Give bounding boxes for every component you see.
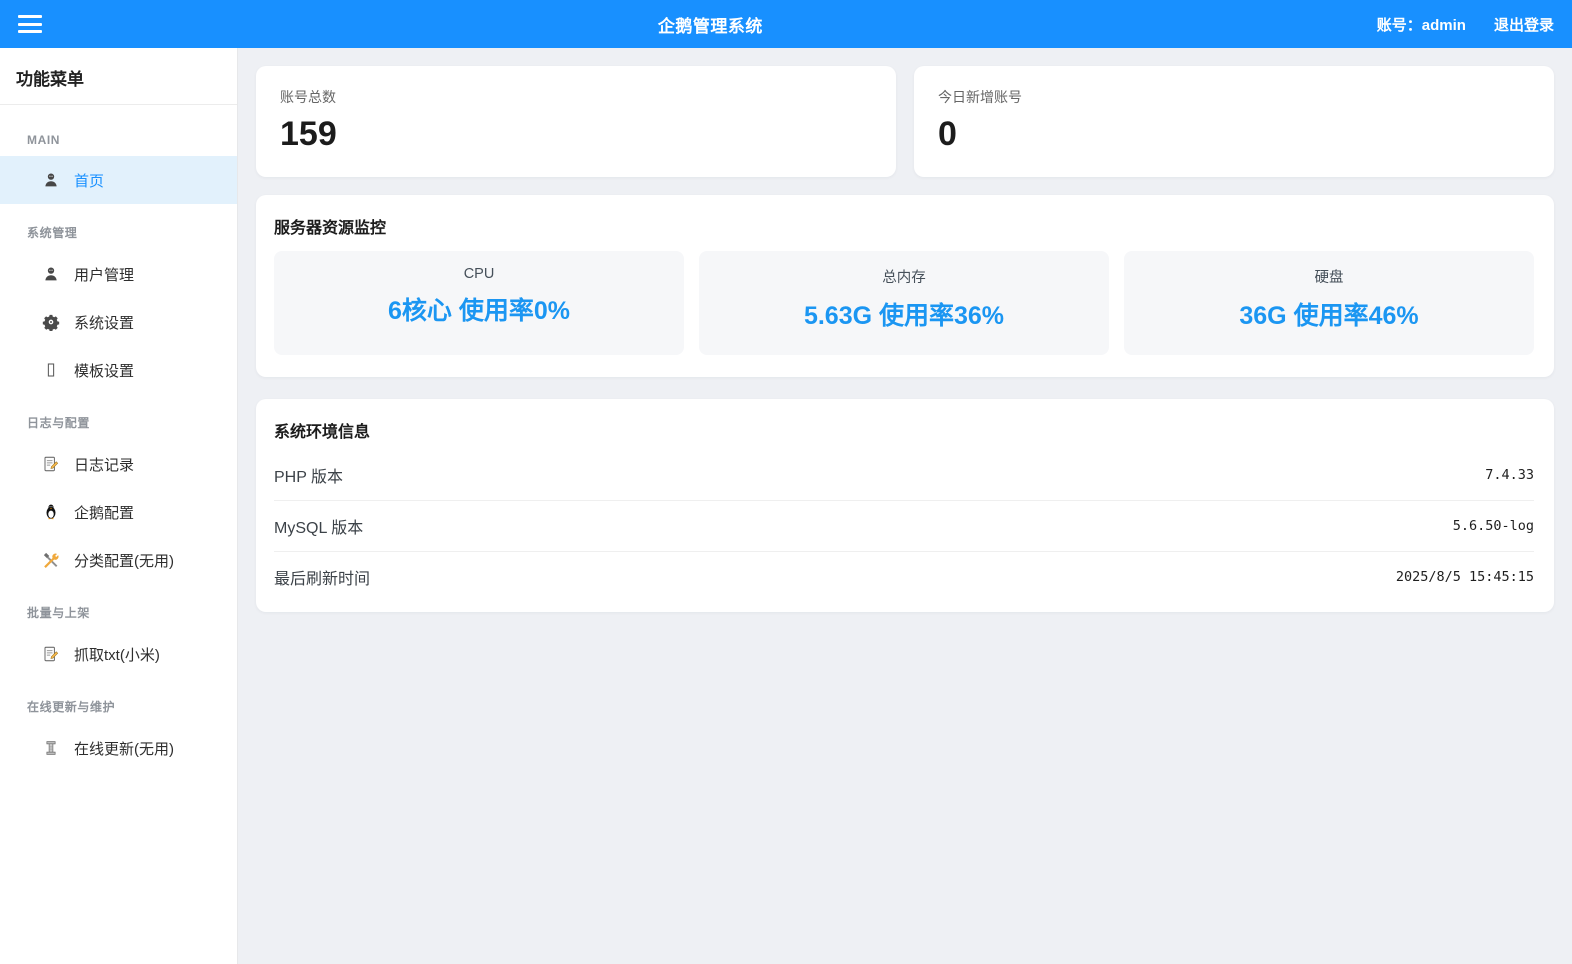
sidebar-item-label: 系统设置 <box>74 312 134 333</box>
metric-value: 36G 使用率46% <box>1130 296 1528 332</box>
sidebar-item-system-settings[interactable]: 系统设置 <box>0 298 237 346</box>
stat-label: 今日新增账号 <box>938 87 1530 107</box>
person-icon <box>42 265 60 283</box>
stat-value: 0 <box>938 114 1530 155</box>
account-label: 账号：admin <box>1377 14 1466 35</box>
sidebar-item-grab-txt[interactable]: 抓取txt(小米) <box>0 630 237 678</box>
menu-toggle-button[interactable] <box>18 14 44 34</box>
metric-label: 硬盘 <box>1130 266 1528 287</box>
env-row-mysql: MySQL 版本 5.6.50-log <box>274 501 1534 552</box>
env-value: 2025/8/5 15:45:15 <box>1396 569 1534 585</box>
metric-value: 6核心 使用率0% <box>280 291 678 327</box>
metric-memory: 总内存 5.63G 使用率36% <box>699 251 1109 355</box>
nav-section-label: 在线更新与维护 <box>0 688 237 724</box>
sidebar-item-label: 抓取txt(小米) <box>74 644 160 665</box>
sidebar-item-label: 企鹅配置 <box>74 502 134 523</box>
stat-card-new-today: 今日新增账号 0 <box>914 66 1554 177</box>
gear-icon <box>42 313 60 331</box>
env-label: PHP 版本 <box>274 463 343 487</box>
sidebar-item-label: 首页 <box>74 170 104 191</box>
sidebar-item-label: 用户管理 <box>74 264 134 285</box>
metric-value: 5.63G 使用率36% <box>705 296 1103 332</box>
tofu-icon <box>42 361 60 379</box>
topbar: 企鹅管理系统 账号：admin 退出登录 <box>0 0 1572 48</box>
sidebar-item-label: 模板设置 <box>74 360 134 381</box>
sidebar-item-penguin-config[interactable]: 企鹅配置 <box>0 488 237 536</box>
environment-title: 系统环境信息 <box>274 418 1534 442</box>
hamburger-icon <box>18 15 42 18</box>
memo-icon <box>42 645 60 663</box>
metric-row: CPU 6核心 使用率0% 总内存 5.63G 使用率36% 硬盘 36G 使用… <box>274 251 1534 355</box>
tools-icon <box>42 551 60 569</box>
env-value: 5.6.50-log <box>1453 518 1534 534</box>
metric-label: 总内存 <box>705 266 1103 287</box>
env-row-php: PHP 版本 7.4.33 <box>274 450 1534 501</box>
sidebar-item-label: 日志记录 <box>74 454 134 475</box>
sidebar-item-label: 分类配置(无用) <box>74 550 174 571</box>
environment-rows: PHP 版本 7.4.33 MySQL 版本 5.6.50-log 最后刷新时间… <box>274 450 1534 602</box>
monitor-title: 服务器资源监控 <box>274 214 1534 238</box>
stat-value: 159 <box>280 114 872 155</box>
sidebar-item-label: 在线更新(无用) <box>74 738 174 759</box>
penguin-icon <box>42 503 60 521</box>
app-title: 企鹅管理系统 <box>44 12 1377 37</box>
sidebar-item-user-management[interactable]: 用户管理 <box>0 250 237 298</box>
nav-section-main: MAIN 首页 <box>0 123 237 204</box>
sidebar-item-template-settings[interactable]: 模板设置 <box>0 346 237 394</box>
main-content: 账号总数 159 今日新增账号 0 服务器资源监控 CPU 6核心 使用率0% … <box>238 48 1572 964</box>
nav-section-label: 系统管理 <box>0 214 237 250</box>
metric-cpu: CPU 6核心 使用率0% <box>274 251 684 355</box>
stat-card-total-accounts: 账号总数 159 <box>256 66 896 177</box>
stats-row: 账号总数 159 今日新增账号 0 <box>256 66 1554 177</box>
topbar-right: 账号：admin 退出登录 <box>1377 14 1554 35</box>
nav-section-logs: 日志与配置 日志记录 企鹅配置 分类配置 <box>0 404 237 584</box>
sidebar-item-online-update[interactable]: 在线更新(无用) <box>0 724 237 772</box>
stat-label: 账号总数 <box>280 87 872 107</box>
nav-section-update: 在线更新与维护 在线更新(无用) <box>0 688 237 772</box>
server-monitor-card: 服务器资源监控 CPU 6核心 使用率0% 总内存 5.63G 使用率36% 硬… <box>256 195 1554 377</box>
nav-section-system: 系统管理 用户管理 系统设置 模板设置 <box>0 214 237 394</box>
env-label: 最后刷新时间 <box>274 565 370 589</box>
nav-section-batch: 批量与上架 抓取txt(小米) <box>0 594 237 678</box>
env-label: MySQL 版本 <box>274 514 363 538</box>
bolt-icon <box>42 739 60 757</box>
env-value: 7.4.33 <box>1485 467 1534 483</box>
nav-section-label: 日志与配置 <box>0 404 237 440</box>
memo-icon <box>42 455 60 473</box>
sidebar-title: 功能菜单 <box>0 48 237 105</box>
person-icon <box>42 171 60 189</box>
environment-card: 系统环境信息 PHP 版本 7.4.33 MySQL 版本 5.6.50-log… <box>256 399 1554 612</box>
sidebar-nav: MAIN 首页 系统管理 用户管理 <box>0 105 237 772</box>
metric-disk: 硬盘 36G 使用率46% <box>1124 251 1534 355</box>
sidebar-item-category-config[interactable]: 分类配置(无用) <box>0 536 237 584</box>
sidebar: 功能菜单 MAIN 首页 系统管理 用户管理 <box>0 48 238 964</box>
nav-section-label: MAIN <box>0 123 237 156</box>
sidebar-item-log-records[interactable]: 日志记录 <box>0 440 237 488</box>
metric-label: CPU <box>280 266 678 282</box>
logout-link[interactable]: 退出登录 <box>1494 14 1554 35</box>
sidebar-item-home[interactable]: 首页 <box>0 156 237 204</box>
nav-section-label: 批量与上架 <box>0 594 237 630</box>
env-row-last-refresh: 最后刷新时间 2025/8/5 15:45:15 <box>274 552 1534 602</box>
